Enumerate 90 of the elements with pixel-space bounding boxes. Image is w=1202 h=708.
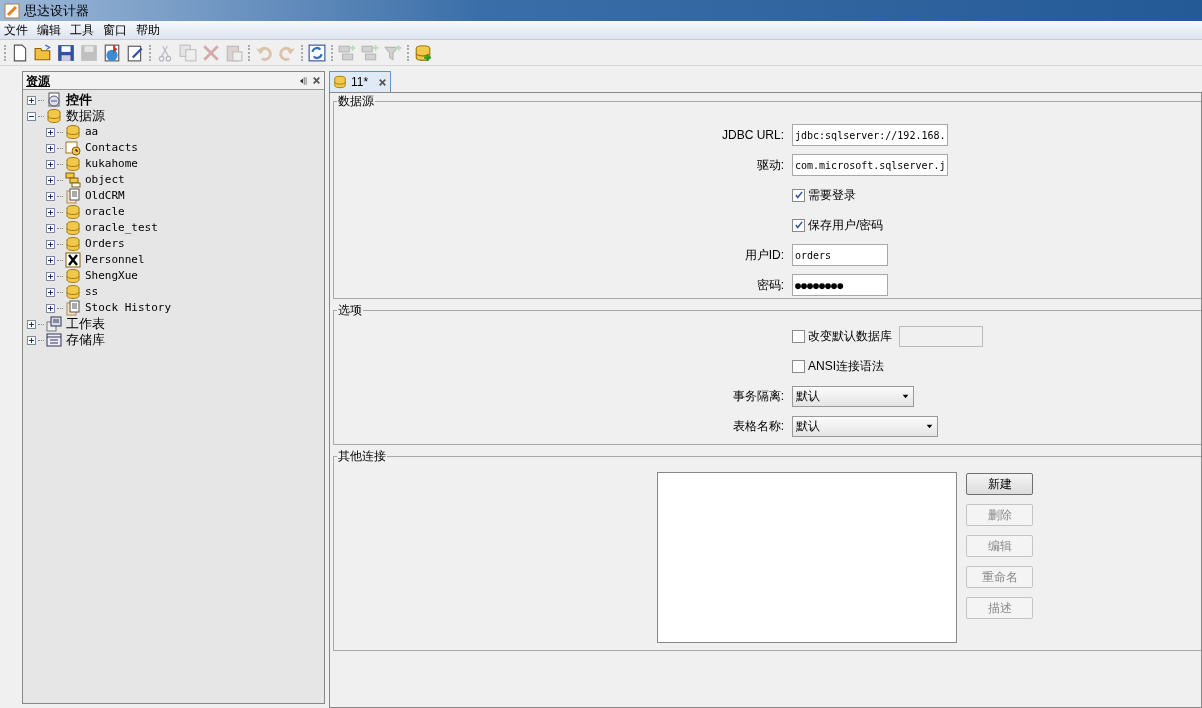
expand-toggle[interactable] — [46, 143, 55, 153]
x-sheet-icon — [65, 252, 81, 268]
tree-item[interactable]: Orders — [85, 235, 125, 253]
collapse-toggle[interactable] — [27, 111, 36, 121]
checkbox[interactable] — [792, 218, 805, 232]
worksheet-icon — [46, 316, 62, 332]
field-label: 表格名称: — [732, 418, 784, 435]
checkbox-label: 需要登录 — [808, 187, 856, 204]
menu-item[interactable]: 工具 — [70, 21, 94, 39]
menu-item[interactable]: 帮助 — [136, 21, 160, 39]
expand-toggle[interactable] — [46, 255, 55, 265]
tree-item[interactable]: kukahome — [85, 155, 138, 173]
field-label: 密码: — [756, 277, 784, 294]
tree-item[interactable]: ShengXue — [85, 267, 138, 285]
panel-title: 资源 — [26, 72, 50, 90]
field-label: JDBC URL: — [722, 127, 784, 144]
check-icon — [793, 190, 804, 200]
checkbox[interactable] — [792, 329, 805, 343]
document-icon — [65, 300, 81, 316]
expand-toggle[interactable] — [46, 159, 55, 169]
checkbox[interactable] — [792, 188, 805, 202]
check-icon — [793, 220, 804, 230]
controls-icon — [46, 92, 62, 108]
expand-toggle[interactable] — [46, 287, 55, 297]
input-field[interactable] — [899, 325, 983, 347]
expand-toggle[interactable] — [27, 95, 36, 105]
menu-item[interactable]: 编辑 — [37, 21, 61, 39]
expand-toggle[interactable] — [46, 191, 55, 201]
database-icon — [65, 236, 81, 252]
tree-item[interactable]: oracle_test — [85, 219, 158, 237]
input-field[interactable]: com.microsoft.sqlserver.j — [792, 154, 948, 176]
expand-toggle[interactable] — [46, 239, 55, 249]
app-icon — [4, 2, 20, 19]
database-icon — [65, 156, 81, 172]
section-title: 其他连接 — [337, 448, 387, 464]
field-label: 驱动: — [756, 157, 784, 174]
checkbox-label: 保存用户/密码 — [808, 217, 884, 234]
globe-page-icon[interactable] — [103, 43, 121, 62]
checkbox-label: 改变默认数据库 — [808, 328, 892, 345]
close-icon[interactable] — [312, 76, 321, 85]
section-title: 数据源 — [337, 93, 375, 109]
database-icon — [46, 108, 62, 124]
refresh-icon[interactable] — [308, 43, 326, 62]
dropdown[interactable]: 默认 — [792, 415, 938, 437]
section-title: 选项 — [337, 302, 363, 318]
tree-item[interactable]: aa — [85, 123, 99, 141]
checkbox[interactable] — [792, 359, 805, 373]
action-button[interactable]: 新建 — [966, 473, 1033, 495]
database-icon — [65, 268, 81, 284]
tree-item[interactable]: Personnel — [85, 251, 145, 269]
database-icon — [65, 204, 81, 220]
database-icon — [65, 124, 81, 140]
input-field[interactable]: orders — [792, 244, 888, 266]
folder-icon[interactable] — [34, 43, 52, 62]
tree-item[interactable]: Contacts — [85, 139, 138, 157]
tree-item[interactable]: oracle — [85, 203, 125, 221]
menu-item[interactable]: 窗口 — [103, 21, 127, 39]
expand-toggle[interactable] — [46, 207, 55, 217]
tree-item[interactable]: ss — [85, 283, 99, 301]
tree-item[interactable]: OldCRM — [85, 187, 125, 205]
minimize-panel-icon — [298, 75, 308, 86]
database-icon — [333, 75, 347, 89]
new-file-icon[interactable] — [11, 43, 29, 62]
expand-toggle[interactable] — [46, 271, 55, 281]
menu-item[interactable]: 文件 — [4, 21, 28, 39]
dropdown[interactable]: 默认 — [792, 385, 914, 407]
add-database-icon[interactable] — [414, 43, 432, 62]
card-clock-icon — [65, 140, 81, 156]
database-icon — [65, 284, 81, 300]
expand-toggle[interactable] — [46, 127, 55, 137]
database-icon — [65, 220, 81, 236]
tree-item[interactable]: object — [85, 171, 125, 189]
expand-toggle[interactable] — [46, 303, 55, 313]
expand-toggle[interactable] — [46, 175, 55, 185]
input-field[interactable]: ●●●●●●●● — [792, 274, 888, 296]
close-icon — [378, 77, 387, 87]
checkbox-label: ANSI连接语法 — [808, 358, 884, 375]
document-icon — [65, 188, 81, 204]
expand-toggle[interactable] — [27, 319, 36, 329]
repository-icon — [46, 332, 62, 348]
expand-toggle[interactable] — [46, 223, 55, 233]
stacked-boxes-icon — [65, 172, 81, 188]
editor-tab[interactable]: 11* — [329, 71, 391, 92]
input-field[interactable]: jdbc:sqlserver://192.168. — [792, 124, 948, 146]
edit-page-icon[interactable] — [126, 43, 144, 62]
tree-item[interactable]: Stock History — [85, 299, 172, 317]
field-label: 事务隔离: — [732, 388, 784, 405]
expand-toggle[interactable] — [27, 335, 36, 345]
field-label: 用户ID: — [744, 247, 784, 264]
window-title: 思达设计器 — [24, 1, 89, 20]
